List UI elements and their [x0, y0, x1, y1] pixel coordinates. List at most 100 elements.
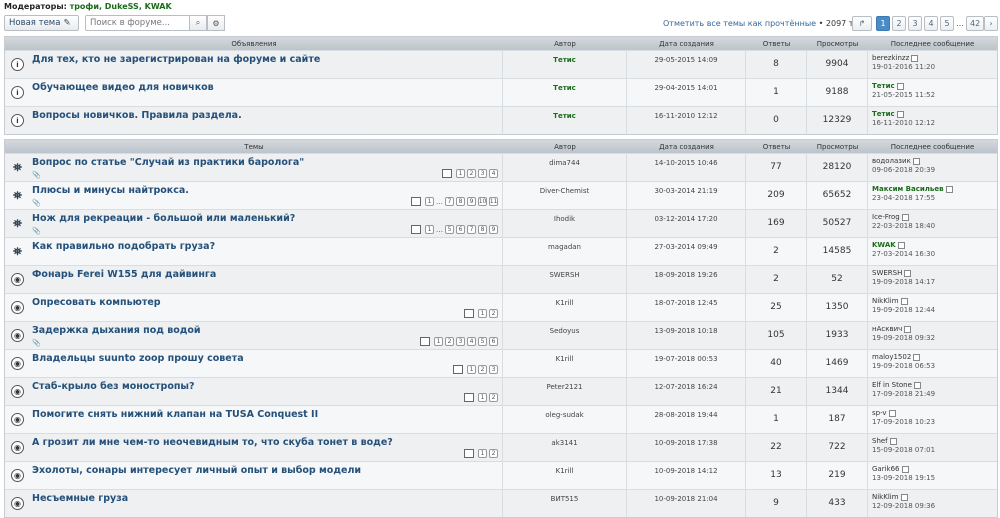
topic-title-link[interactable]: Задержка дыхания под водой — [32, 325, 201, 336]
page-button[interactable]: 3 — [908, 16, 922, 31]
topic-author[interactable]: SWERSH — [503, 266, 627, 293]
topic-author[interactable]: K1rill — [503, 350, 627, 377]
last-post-user[interactable]: Elf in Stone — [872, 381, 912, 389]
topic-page-link[interactable]: 7 — [467, 225, 476, 234]
advanced-search-button[interactable]: ⚙ — [207, 15, 225, 31]
goto-last-post-icon[interactable] — [945, 185, 953, 193]
topic-page-link[interactable]: 1 — [478, 449, 487, 458]
topic-page-link[interactable]: 1 — [434, 337, 443, 346]
topic-row[interactable]: ⛯ Плюсы и минусы найтрокса. 📎 1… 7 8 9 10 11 Dive… — [5, 181, 997, 209]
goto-last-post-icon[interactable] — [913, 353, 921, 361]
topic-title-link[interactable]: Обучающее видео для новичков — [32, 82, 214, 93]
topic-author[interactable]: Ihodik — [503, 210, 627, 237]
topic-page-link[interactable]: 10 — [478, 197, 487, 206]
goto-last-post-icon[interactable] — [889, 437, 897, 445]
topic-page-link[interactable]: 1 — [478, 309, 487, 318]
topic-row[interactable]: ⛯ Вопрос по статье "Случай из практики ба… — [5, 153, 997, 181]
new-topic-button[interactable]: Новая тема ✎ — [4, 15, 79, 31]
topic-page-link[interactable]: 4 — [489, 169, 498, 178]
last-post-user[interactable]: Shef — [872, 437, 888, 445]
topic-row[interactable]: ◉ А грозит ли мне чем-то неочевидным то, … — [5, 433, 997, 461]
last-post-user[interactable]: berezkinzz — [872, 54, 909, 62]
last-post-user[interactable]: Тетис — [872, 110, 895, 118]
last-post-user[interactable]: maloy1502 — [872, 353, 911, 361]
topic-title-link[interactable]: Помогите снять нижний клапан на TUSA Con… — [32, 409, 318, 420]
topic-row[interactable]: i Вопросы новичков. Правила раздела. Тетис… — [5, 106, 997, 134]
topic-page-link[interactable]: 2 — [467, 169, 476, 178]
topic-page-link[interactable]: 6 — [456, 225, 465, 234]
goto-last-post-icon[interactable] — [901, 465, 909, 473]
topic-row[interactable]: ⛯ Как правильно подобрать груза? magadan 27… — [5, 237, 997, 265]
topic-author[interactable]: magadan — [503, 238, 627, 265]
topic-page-link[interactable]: 1 — [478, 393, 487, 402]
topic-author[interactable]: Peter2121 — [503, 378, 627, 405]
topic-row[interactable]: ◉ Опресовать компьютер 1 2 K1rill 18-07-2018 … — [5, 293, 997, 321]
topic-page-link[interactable]: 1 — [425, 197, 434, 206]
topic-row[interactable]: ◉ Фонарь Ferei W155 для дайвинга SWERSH 18-… — [5, 265, 997, 293]
topic-row[interactable]: ◉ Владельцы suunto zoop прошу совета 1 2 3 K1… — [5, 349, 997, 377]
topic-page-link[interactable]: 8 — [478, 225, 487, 234]
page-button[interactable]: 1 — [876, 16, 890, 31]
topic-row[interactable]: ◉ Несъемные груза ВИТ515 10-09-2018 21:04 9 4… — [5, 489, 997, 517]
topic-author[interactable]: Sedoyus — [503, 322, 627, 349]
topic-page-link[interactable]: 2 — [478, 365, 487, 374]
topic-title-link[interactable]: Стаб-крыло без моностропы? — [32, 381, 195, 392]
topic-page-link[interactable]: 5 — [478, 337, 487, 346]
last-post-user[interactable]: NikKlim — [872, 493, 899, 501]
last-post-user[interactable]: Максим Васильев — [872, 185, 944, 193]
topic-author[interactable]: Тетис — [503, 51, 627, 78]
topic-title-link[interactable]: Вопросы новичков. Правила раздела. — [32, 110, 242, 121]
goto-last-post-icon[interactable] — [913, 381, 921, 389]
topic-title-link[interactable]: Вопрос по статье "Случай из практики бар… — [32, 157, 304, 168]
jump-to-page-button[interactable]: ↱ — [852, 16, 872, 31]
topic-page-link[interactable]: 2 — [445, 337, 454, 346]
last-post-user[interactable]: KWAK — [872, 241, 896, 249]
last-post-user[interactable]: Тетис — [872, 82, 895, 90]
topic-row[interactable]: ⛯ Нож для рекреации - большой или маленьк… — [5, 209, 997, 237]
topic-page-link[interactable]: 1 — [425, 225, 434, 234]
goto-last-post-icon[interactable] — [911, 54, 919, 62]
next-page-button[interactable]: › — [984, 16, 998, 31]
topic-title-link[interactable]: Нож для рекреации - большой или маленьки… — [32, 213, 295, 224]
goto-last-post-icon[interactable] — [904, 269, 912, 277]
last-post-user[interactable]: Garik66 — [872, 465, 900, 473]
goto-last-post-icon[interactable] — [897, 241, 905, 249]
moderators-names[interactable]: трофи, DukeSS, KWAK — [70, 2, 172, 11]
topic-page-link[interactable]: 3 — [489, 365, 498, 374]
topic-page-link[interactable]: 4 — [467, 337, 476, 346]
topic-page-link[interactable]: 7 — [445, 197, 454, 206]
topic-page-link[interactable]: 2 — [489, 393, 498, 402]
goto-last-post-icon[interactable] — [896, 82, 904, 90]
topic-title-link[interactable]: Плюсы и минусы найтрокса. — [32, 185, 189, 196]
topic-page-link[interactable]: 8 — [456, 197, 465, 206]
goto-last-post-icon[interactable] — [888, 409, 896, 417]
goto-last-post-icon[interactable] — [904, 325, 912, 333]
last-post-user[interactable]: sp-v — [872, 409, 887, 417]
topic-title-link[interactable]: Фонарь Ferei W155 для дайвинга — [32, 269, 216, 280]
topic-row[interactable]: ◉ Помогите снять нижний клапан на TUSA Co… — [5, 405, 997, 433]
last-post-user[interactable]: Ice-Frog — [872, 213, 900, 221]
topic-author[interactable]: K1rill — [503, 294, 627, 321]
topic-author[interactable]: ak3141 — [503, 434, 627, 461]
topic-title-link[interactable]: Опресовать компьютер — [32, 297, 161, 308]
topic-author[interactable]: ВИТ515 — [503, 490, 627, 517]
topic-page-link[interactable]: 1 — [467, 365, 476, 374]
topic-page-link[interactable]: 9 — [467, 197, 476, 206]
topic-author[interactable]: oleg-sudak — [503, 406, 627, 433]
goto-last-post-icon[interactable] — [896, 110, 904, 118]
topic-page-link[interactable]: 3 — [478, 169, 487, 178]
page-button[interactable]: 4 — [924, 16, 938, 31]
last-post-user[interactable]: NikKlim — [872, 297, 899, 305]
last-post-user[interactable]: водолазик — [872, 157, 911, 165]
topic-title-link[interactable]: А грозит ли мне чем-то неочевидным то, ч… — [32, 437, 393, 448]
topic-author[interactable]: Тетис — [503, 79, 627, 106]
topic-page-link[interactable]: 6 — [489, 337, 498, 346]
topic-page-link[interactable]: 2 — [489, 309, 498, 318]
goto-last-post-icon[interactable] — [901, 213, 909, 221]
page-button[interactable]: 2 — [892, 16, 906, 31]
topic-page-link[interactable]: 11 — [489, 197, 498, 206]
topic-row[interactable]: ◉ Задержка дыхания под водой 📎 1 2 3 4 5 6 Sedoyu… — [5, 321, 997, 349]
page-button[interactable]: 5 — [940, 16, 954, 31]
topic-title-link[interactable]: Несъемные груза — [32, 493, 128, 504]
search-button[interactable]: ⌕ — [189, 15, 207, 31]
